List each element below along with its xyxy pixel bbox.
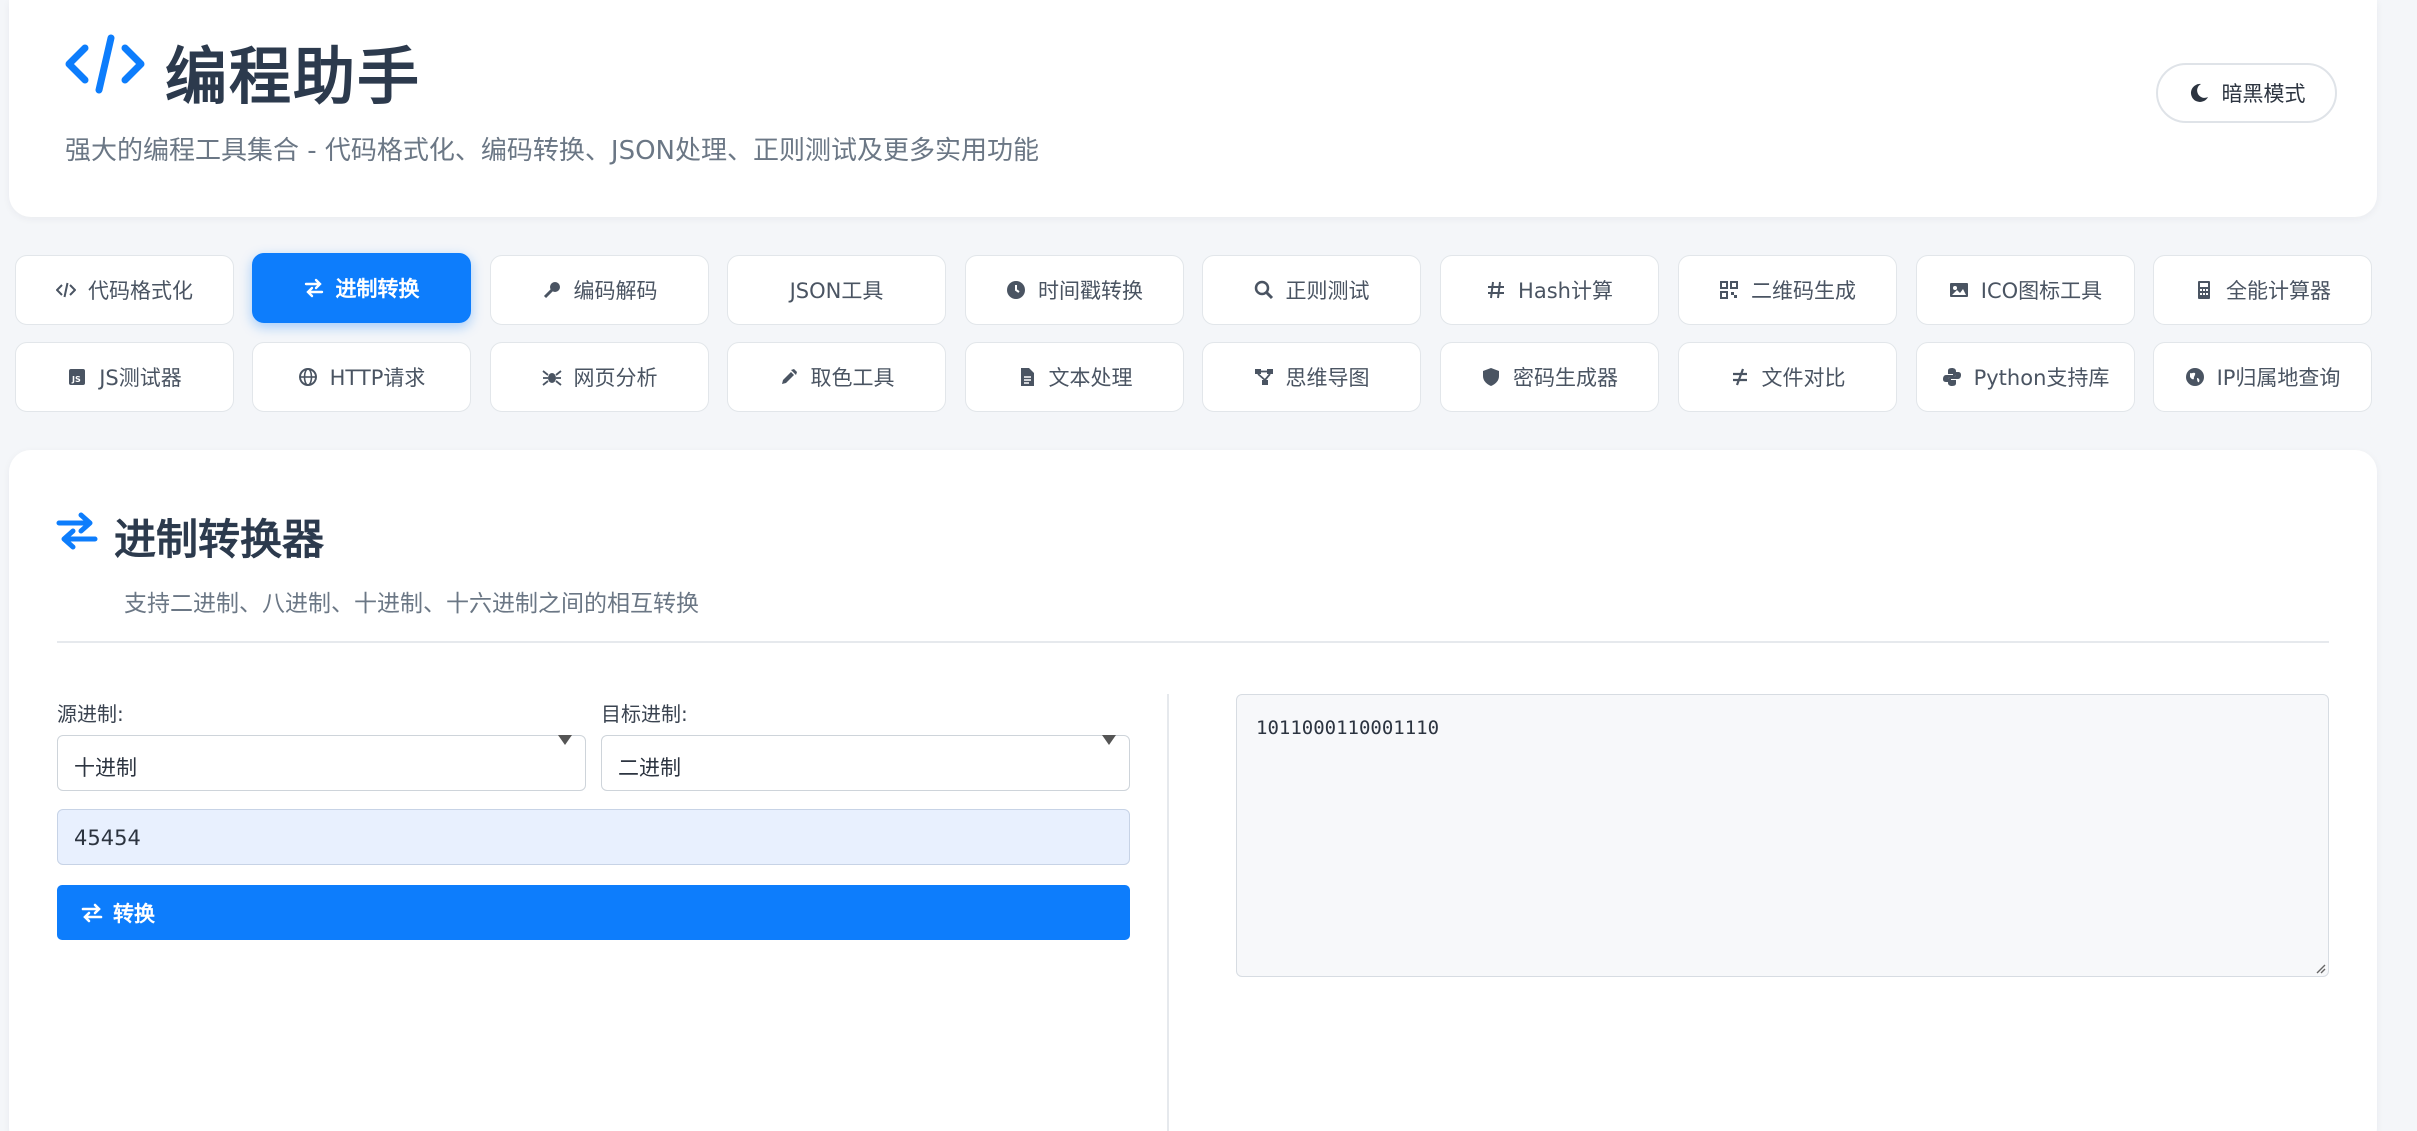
tab-calculator[interactable]: 全能计算器	[2153, 255, 2372, 325]
app-title: 编程助手	[165, 40, 422, 113]
target-base-label: 目标进制:	[601, 702, 688, 726]
exchange-icon	[304, 278, 323, 298]
chevron-down-icon	[558, 735, 572, 745]
tab-label: 正则测试	[1285, 279, 1370, 303]
dark-mode-button[interactable]: 暗黑模式	[2156, 63, 2337, 123]
tab-regex[interactable]: 正则测试	[1202, 255, 1421, 325]
tool-panel: 进制转换器 支持二进制、八进制、十进制、十六进制之间的相互转换 源进制: 十进制…	[9, 450, 2377, 1131]
number-input[interactable]: 45454	[57, 809, 1130, 865]
tab-file-compare[interactable]: 文件对比	[1678, 342, 1897, 412]
tab-http-request[interactable]: HTTP请求	[252, 342, 471, 412]
dark-mode-label: 暗黑模式	[2221, 82, 2306, 106]
result-output[interactable]: 1011000110001110	[1236, 694, 2329, 977]
tab-qrcode[interactable]: 二维码生成	[1678, 255, 1897, 325]
tab-ico-tool[interactable]: ICO图标工具	[1916, 255, 2135, 325]
tab-label: Hash计算	[1518, 279, 1613, 303]
tab-encode-decode[interactable]: 编码解码	[490, 255, 709, 325]
header-card: 编程助手 强大的编程工具集合 - 代码格式化、编码转换、JSON处理、正则测试及…	[9, 0, 2377, 217]
search-icon	[1254, 280, 1273, 300]
source-base-value: 十进制	[74, 756, 137, 780]
tab-ip-lookup[interactable]: IP归属地查询	[2153, 342, 2372, 412]
tab-label: 代码格式化	[88, 279, 193, 303]
tab-label: HTTP请求	[329, 366, 426, 390]
tool-description: 支持二进制、八进制、十进制、十六进制之间的相互转换	[124, 591, 699, 617]
target-base-select[interactable]: 二进制	[601, 735, 1130, 791]
number-input-value: 45454	[74, 826, 141, 850]
js-icon: JS	[69, 369, 86, 385]
tab-mind-map[interactable]: 思维导图	[1202, 342, 1421, 412]
tab-label: 思维导图	[1285, 366, 1370, 390]
source-base-label: 源进制:	[57, 702, 124, 726]
tab-label: ICO图标工具	[1980, 279, 2103, 303]
shield-icon	[1483, 368, 1499, 386]
tab-label: IP归属地查询	[2216, 366, 2341, 390]
column-divider	[1167, 694, 1169, 1131]
tab-python-libs[interactable]: Python支持库	[1916, 342, 2135, 412]
tab-label: 全能计算器	[2226, 279, 2331, 303]
tab-label: Python支持库	[1973, 366, 2110, 390]
tab-timestamp[interactable]: 时间戳转换	[965, 255, 1184, 325]
convert-button-label: 转换	[113, 901, 155, 926]
tab-label: 进制转换	[335, 277, 420, 301]
result-text: 1011000110001110	[1256, 717, 1440, 739]
spider-icon	[541, 370, 562, 386]
target-base-value: 二进制	[618, 756, 681, 780]
tab-text-processing[interactable]: 文本处理	[965, 342, 1184, 412]
source-base-select[interactable]: 十进制	[57, 735, 586, 791]
code-icon	[56, 282, 76, 298]
convert-button[interactable]: 转换	[57, 885, 1130, 940]
clock-icon	[1007, 281, 1025, 299]
tab-hash[interactable]: Hash计算	[1440, 255, 1659, 325]
hash-icon	[1488, 281, 1505, 299]
tab-label: 网页分析	[573, 366, 658, 390]
tab-page-analysis[interactable]: 网页分析	[490, 342, 709, 412]
tab-label: 密码生成器	[1513, 366, 1618, 390]
tab-label: JS测试器	[99, 366, 182, 390]
tab-json-tool[interactable]: JSON工具	[727, 255, 946, 325]
eyedropper-icon	[781, 369, 797, 384]
globe-icon	[298, 368, 317, 386]
moon-icon	[2190, 83, 2208, 102]
globe-icon	[2185, 368, 2204, 386]
app-subtitle: 强大的编程工具集合 - 代码格式化、编码转换、JSON处理、正则测试及更多实用功…	[65, 136, 1039, 166]
not-equal-icon	[1732, 368, 1747, 386]
resize-handle-icon[interactable]	[2314, 962, 2326, 974]
tab-label: JSON工具	[789, 279, 884, 303]
calculator-icon	[2198, 281, 2210, 299]
tab-color-picker[interactable]: 取色工具	[727, 342, 946, 412]
key-icon	[543, 282, 560, 299]
tab-password-generator[interactable]: 密码生成器	[1440, 342, 1659, 412]
qrcode-icon	[1720, 281, 1738, 299]
tab-js-tester[interactable]: JS JS测试器	[15, 342, 234, 412]
code-icon	[65, 34, 145, 94]
tab-label: 时间戳转换	[1038, 279, 1143, 303]
tab-code-format[interactable]: 代码格式化	[15, 255, 234, 325]
divider	[57, 641, 2329, 643]
exchange-icon	[81, 903, 103, 922]
tab-base-convert[interactable]: 进制转换	[252, 253, 471, 323]
file-icon	[1020, 368, 1034, 386]
tab-label: 编码解码	[573, 279, 658, 303]
tab-label: 二维码生成	[1751, 279, 1856, 303]
tab-label: 文件对比	[1761, 366, 1846, 390]
svg-text:JS: JS	[71, 375, 81, 384]
python-icon	[1942, 368, 1961, 386]
sitemap-icon	[1254, 369, 1273, 385]
image-icon	[1949, 283, 1968, 297]
exchange-icon	[56, 512, 98, 550]
tab-label: 取色工具	[810, 366, 895, 390]
chevron-down-icon	[1102, 735, 1116, 745]
tool-title: 进制转换器	[114, 515, 325, 564]
tab-label: 文本处理	[1048, 366, 1133, 390]
